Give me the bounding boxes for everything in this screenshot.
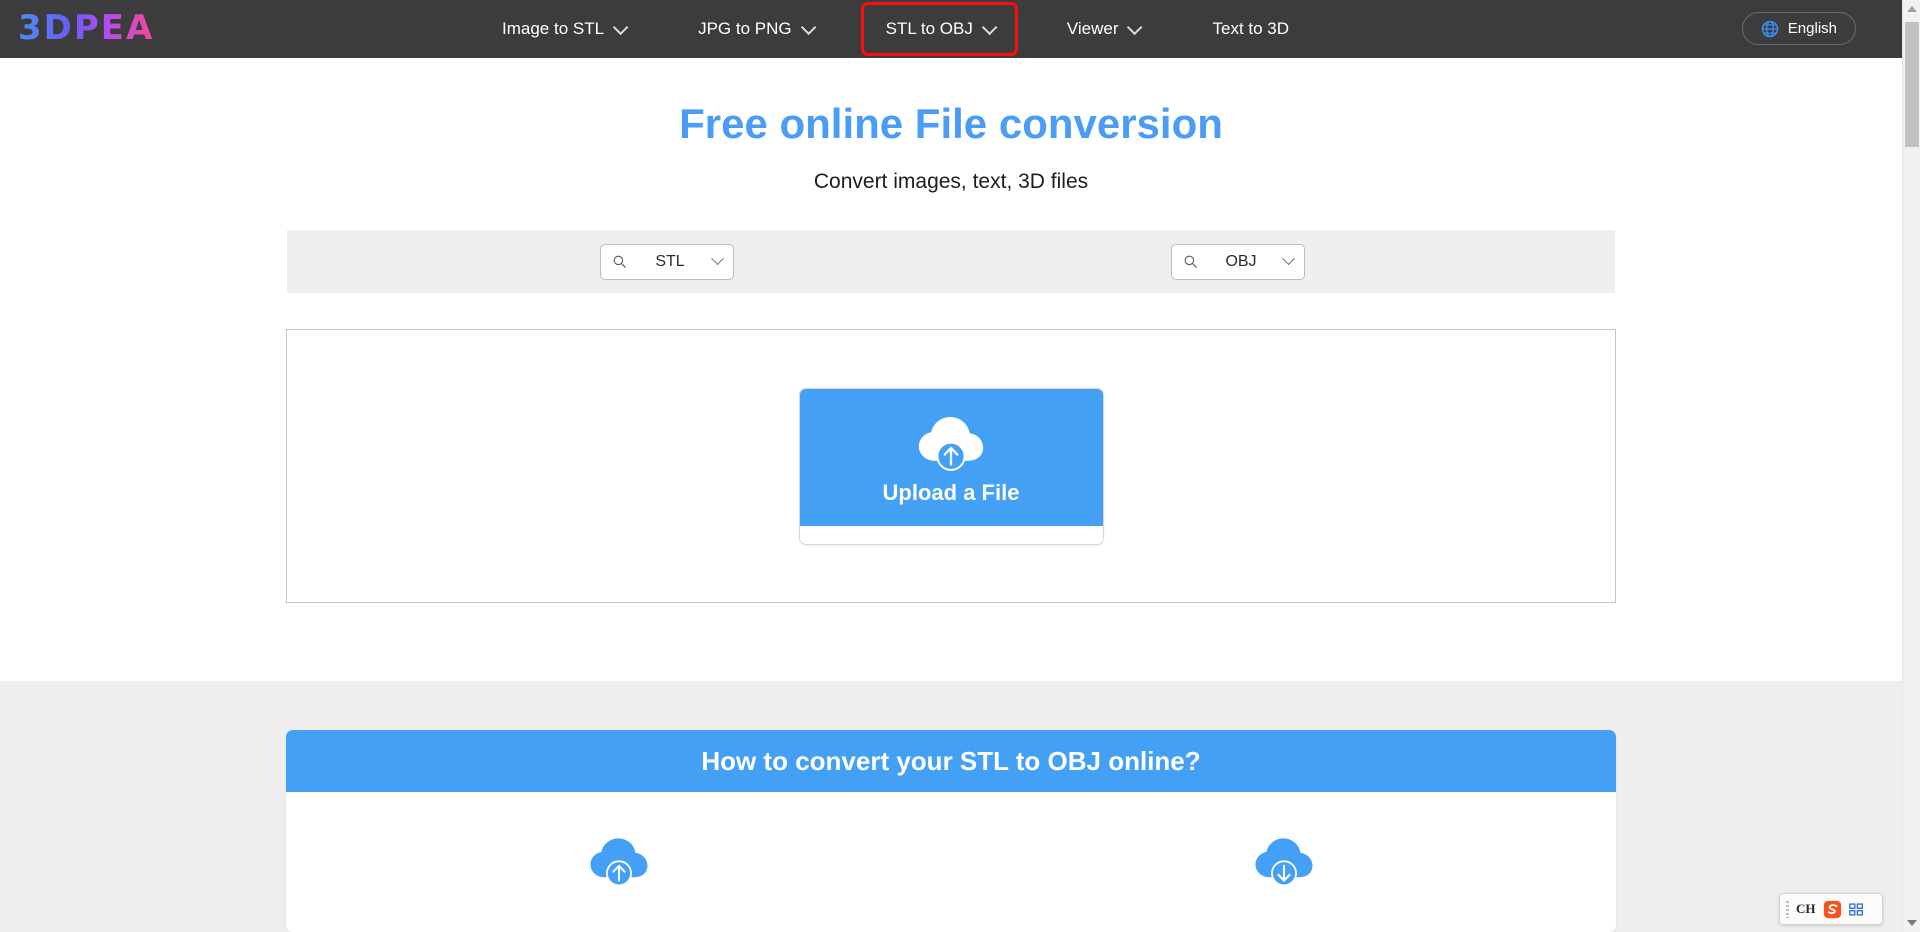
globe-icon (1761, 20, 1779, 37)
nav-item-viewer[interactable]: Viewer (1045, 5, 1161, 53)
format-converter-bar: STL to OBJ (287, 230, 1615, 294)
howto-title: How to convert your STL to OBJ online? (286, 730, 1616, 793)
target-format-value: OBJ (1225, 252, 1257, 270)
ime-mode-label[interactable]: CH (1796, 901, 1816, 917)
language-selector-button[interactable]: English (1741, 12, 1856, 45)
search-icon (613, 255, 626, 269)
cloud-download-icon (1255, 838, 1312, 887)
file-drop-zone[interactable]: Upload a File (286, 329, 1616, 604)
scroll-down-arrow-button[interactable] (1903, 914, 1920, 932)
nav-item-label: Text to 3D (1212, 19, 1290, 38)
cloud-upload-icon (590, 838, 647, 887)
chevron-down-icon (1282, 252, 1295, 266)
nav-item-text-to-3d[interactable]: Text to 3D (1190, 5, 1311, 53)
nav-menu: Image to STL JPG to PNG STL to OBJ Viewe… (480, 0, 1311, 58)
top-navigation-bar: 3DPEA Image to STL JPG to PNG STL to OBJ… (0, 0, 1902, 58)
nav-item-label: JPG to PNG (698, 19, 792, 38)
howto-steps (286, 792, 1616, 932)
page-title: Free online File conversion (679, 100, 1223, 147)
nav-item-label: Image to STL (502, 19, 605, 38)
cloud-upload-icon (918, 416, 984, 471)
page-subtitle: Convert images, text, 3D files (813, 170, 1089, 194)
chevron-down-icon (1127, 19, 1143, 35)
nav-item-label: Viewer (1066, 19, 1119, 38)
upload-button-body: Upload a File (799, 388, 1103, 526)
howto-step-upload (286, 834, 951, 892)
triangle-up-icon (1907, 6, 1917, 12)
nav-item-label: STL to OBJ (885, 19, 973, 38)
page-content: 3DPEA Image to STL JPG to PNG STL to OBJ… (0, 0, 1902, 932)
search-icon (1184, 255, 1197, 269)
upload-button-footer (799, 525, 1103, 544)
browser-viewport: 3DPEA Image to STL JPG to PNG STL to OBJ… (0, 0, 1920, 932)
nav-item-image-to-stl[interactable]: Image to STL (480, 5, 646, 53)
site-logo[interactable]: 3DPEA (18, 8, 154, 48)
chevron-down-icon (711, 252, 724, 266)
upload-button-label: Upload a File (882, 479, 1020, 505)
triangle-down-icon (1907, 920, 1917, 926)
chevron-down-icon (800, 19, 816, 35)
language-label: English (1787, 20, 1837, 37)
upload-file-button[interactable]: Upload a File (798, 387, 1104, 545)
howto-step-download (951, 834, 1616, 892)
hero-section: Free online File conversion Convert imag… (0, 58, 1902, 194)
howto-card: How to convert your STL to OBJ online? (286, 730, 1616, 932)
chevron-down-icon (612, 19, 629, 35)
scroll-up-arrow-button[interactable] (1903, 0, 1920, 18)
ime-input-toolbar[interactable]: CH (1779, 893, 1883, 925)
howto-section: How to convert your STL to OBJ online? (0, 681, 1902, 932)
source-format-select[interactable]: STL (600, 243, 734, 280)
source-format-value: STL (655, 252, 685, 270)
page-scrollbar[interactable] (1902, 0, 1920, 932)
target-format-select[interactable]: OBJ (1171, 243, 1305, 280)
drag-handle-icon[interactable] (1786, 900, 1789, 918)
sogou-logo-icon[interactable] (1823, 900, 1842, 919)
soft-keyboard-icon[interactable] (1848, 902, 1864, 916)
nav-item-jpg-to-png[interactable]: JPG to PNG (676, 5, 834, 53)
nav-item-stl-to-obj[interactable]: STL to OBJ (860, 2, 1018, 56)
chevron-down-icon (981, 19, 998, 35)
scrollbar-thumb[interactable] (1905, 22, 1919, 147)
